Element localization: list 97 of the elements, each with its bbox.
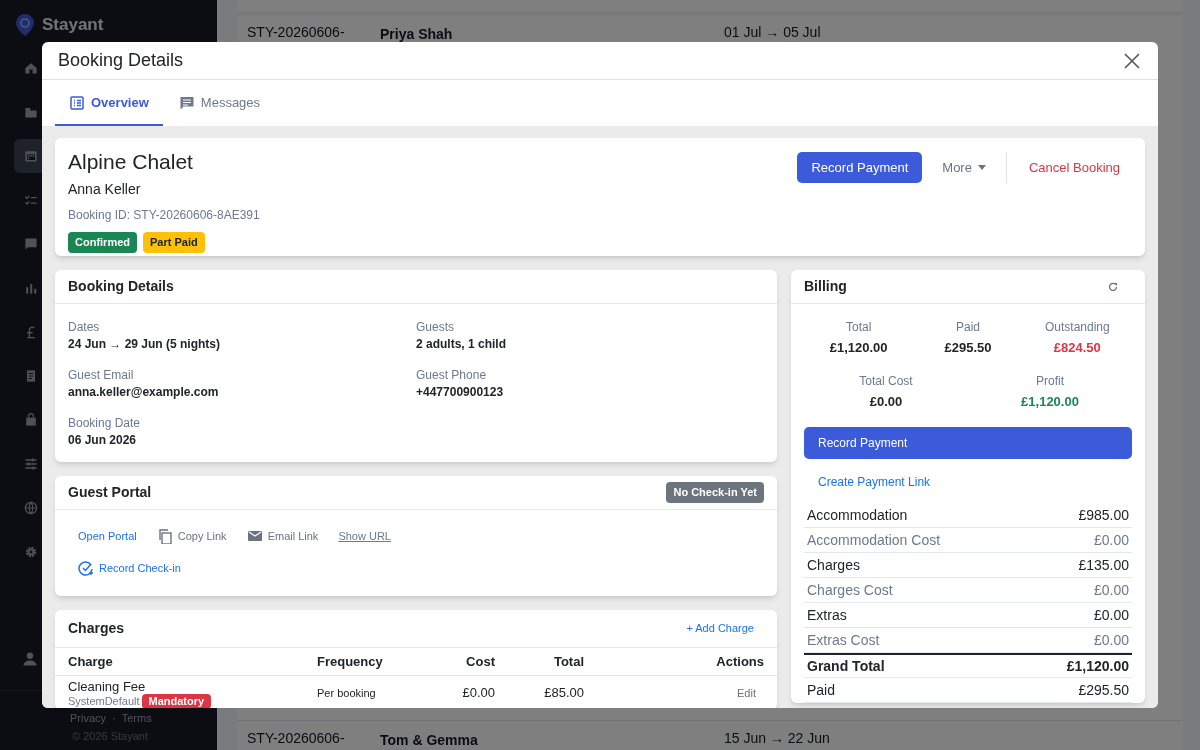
field-value: anna.keller@example.com (68, 384, 220, 400)
column-header: Frequency (317, 652, 384, 671)
field-value: +447700900123 (416, 384, 505, 400)
logo-icon (16, 13, 34, 36)
card-title: Guest Portal (68, 483, 152, 502)
line-label: Extras Cost (807, 630, 880, 650)
brand-name: Stayant (42, 14, 104, 36)
calendar-icon (23, 148, 39, 164)
charge-name: Cleaning Fee (68, 679, 147, 694)
add-charge-link[interactable]: + Add Charge (686, 620, 754, 637)
column-header: Charge (68, 652, 114, 671)
footer-link[interactable]: Privacy (70, 710, 107, 727)
list-icon (69, 95, 85, 111)
status-badge: Confirmed (68, 232, 137, 253)
cancel-booking-button[interactable]: Cancel Booking (1016, 152, 1132, 183)
payment-link[interactable]: Create Payment Link (818, 473, 931, 491)
separator-dot: · (112, 711, 116, 726)
property-name: Alpine Chalet (68, 150, 194, 174)
column-header: Cost (465, 652, 495, 671)
record-payment-button[interactable]: Record Payment (797, 152, 923, 183)
portal-action[interactable]: Copy Link (146, 524, 237, 548)
stat-label: Total (846, 319, 872, 336)
stat-label: Paid (955, 319, 980, 336)
line-amount: £0.00 (1093, 530, 1129, 550)
close-button[interactable] (1122, 50, 1142, 71)
field-label: Guest Email (68, 367, 135, 383)
line-amount: £985.00 (1078, 505, 1129, 525)
table-cell-text: 15 Jun → 22 Jun (724, 729, 830, 748)
status-badge: Part Paid (143, 232, 205, 253)
check-circle-icon (78, 560, 94, 576)
stat-label: Outstanding (1044, 319, 1110, 336)
card-title: Charges (68, 619, 125, 638)
footer-link[interactable]: Terms (121, 710, 152, 727)
booking-id: Booking ID: STY-20260606-8AE391 (68, 207, 260, 224)
field-value: 24 Jun → 29 Jun (5 nights) (68, 336, 222, 352)
field-value: 2 adults, 1 child (416, 336, 508, 352)
line-label: Charges (807, 555, 860, 575)
card-title: Billing (804, 277, 847, 296)
table-cell-text: Tom & Gemma (380, 731, 478, 750)
field-label: Dates (68, 319, 101, 335)
table-cell-text: 01 Jul → 05 Jul (724, 23, 821, 42)
caret-icon (977, 165, 986, 170)
line-label: Accommodation Cost (807, 530, 941, 550)
stat-label: Profit (1036, 372, 1064, 390)
dialog-title: Booking Details (58, 49, 184, 72)
line-label: Extras (807, 605, 847, 625)
table-cell-text: Priya Shah (380, 25, 453, 44)
stat-value: £0.00 (869, 392, 903, 411)
line-amount: £0.00 (1093, 580, 1129, 600)
globe-icon (23, 500, 39, 516)
line-amount: £1,120.00 (1066, 656, 1129, 676)
card-title: Booking Details (68, 277, 174, 296)
portal-action[interactable]: Open Portal (68, 524, 147, 548)
portal-action[interactable]: Record Check-in (68, 556, 191, 580)
tab[interactable]: Messages (164, 82, 275, 126)
field-label: Guests (416, 319, 455, 335)
line-label: Grand Total (807, 656, 885, 676)
portal-action[interactable]: Show URL (328, 524, 401, 548)
line-label: Charges Cost (807, 580, 893, 600)
column-header: Actions (715, 652, 764, 671)
table-cell-text: £0.00 (461, 684, 495, 703)
close-icon (1123, 51, 1141, 70)
table-cell-text: STY-20260606- (247, 23, 345, 42)
sliders-icon (23, 456, 39, 472)
copy-icon (156, 528, 173, 544)
settings-icon (23, 544, 39, 560)
field-label: Booking Date (68, 415, 142, 431)
more-button[interactable]: More (932, 152, 996, 183)
field-label: Guest Phone (416, 367, 488, 383)
stat-label: Total Cost (859, 372, 913, 390)
line-label: Accommodation (807, 505, 908, 525)
edit-button[interactable]: Edit (729, 685, 764, 702)
charge-source: SystemDefault (68, 695, 140, 708)
line-amount: £0.00 (1093, 605, 1129, 625)
field-value: 06 Jun 2026 (68, 432, 138, 448)
chat-icon (23, 236, 39, 252)
stat-value: £1,120.00 (1021, 392, 1079, 411)
stat-value: £295.50 (944, 339, 992, 357)
line-amount: £295.50 (1078, 680, 1129, 700)
table-cell-text: £85.00 (543, 684, 584, 703)
status-badge: No Check-in Yet (666, 482, 764, 503)
column-header: Total (552, 652, 584, 671)
table-cell-text: Per booking (317, 685, 377, 701)
portal-action[interactable]: Email Link (236, 524, 329, 548)
stat-value: £1,120.00 (829, 339, 888, 357)
message-icon (178, 95, 195, 111)
line-label: Paid (807, 680, 836, 700)
record-payment-button[interactable]: Record Payment (804, 427, 1132, 459)
line-amount: £0.00 (1093, 630, 1129, 650)
mandatory-badge: Mandatory (141, 694, 212, 708)
person-icon[interactable] (22, 651, 38, 667)
line-amount: £135.00 (1078, 555, 1129, 575)
email-icon (246, 528, 263, 544)
guest-name: Anna Keller (68, 180, 142, 199)
table-cell-text: STY-20260606- (247, 729, 345, 748)
stat-value: £824.50 (1053, 339, 1101, 357)
refresh-icon[interactable] (1108, 281, 1118, 292)
